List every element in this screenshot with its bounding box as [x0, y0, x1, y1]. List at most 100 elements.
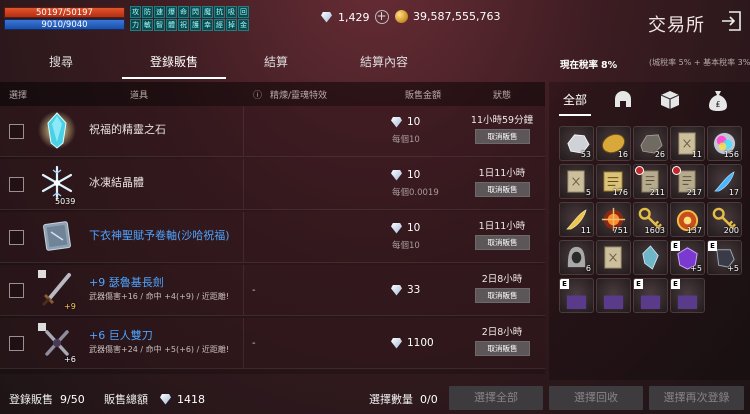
inventory-slot[interactable]: 11 [559, 202, 594, 237]
inventory-slot[interactable]: 217 [670, 164, 705, 199]
row-checkbox[interactable] [9, 283, 24, 298]
diamond-icon [390, 285, 403, 296]
table-row[interactable]: 下衣神聖賦予卷軸(沙哈祝福) 10 每個10 1日11小時 取消販售 [0, 212, 545, 263]
listing-table: 選擇 道具 ⓘ 精煉/靈魂特效 販售金額 狀態 祝福的精靈之石 10 每個10 … [0, 82, 545, 374]
inventory-slot[interactable]: 751 [596, 202, 631, 237]
inventory-slot[interactable]: 211 [633, 164, 668, 199]
add-diamonds-button[interactable]: + [374, 10, 389, 24]
buff-icon[interactable]: 魔 [202, 6, 213, 18]
inventory-slot[interactable]: 200 [707, 202, 742, 237]
buff-icon[interactable]: 防 [142, 6, 153, 18]
inventory-slot[interactable]: 6 [559, 240, 594, 275]
cancel-sale-button[interactable]: 取消販售 [475, 235, 530, 250]
tab-settlement-details[interactable]: 結算內容 [326, 47, 442, 79]
buff-icon[interactable]: 回 [238, 6, 249, 18]
buff-icon[interactable]: 智 [154, 19, 165, 31]
slot-count: 217 [686, 188, 702, 197]
helmet-icon[interactable] [611, 89, 635, 111]
buff-icon[interactable]: 掉 [226, 19, 237, 31]
footer-bar: 登錄販售 9/50 販售總額 1418 選擇數量 0/0 選擇全部 選擇回收 選… [0, 384, 750, 414]
item-price: 33 [390, 284, 420, 296]
slot-count: 176 [612, 188, 628, 197]
buff-icon[interactable]: 攻 [130, 6, 141, 18]
hp-bar: 50197/50197 [4, 7, 125, 18]
select-all-button[interactable]: 選擇全部 [449, 386, 543, 410]
inventory-slot[interactable]: E +5 [707, 240, 742, 275]
column-divider [243, 159, 244, 209]
table-row[interactable]: 祝福的精靈之石 10 每個10 11小時59分鐘 取消販售 [0, 106, 545, 157]
buff-icon[interactable]: 力 [130, 19, 141, 31]
select-relist-button[interactable]: 選擇再次登錄 [649, 386, 744, 410]
buff-icon[interactable]: 速 [154, 6, 165, 18]
buff-icon[interactable]: 體 [166, 19, 177, 31]
buff-icon[interactable]: 護 [190, 19, 201, 31]
buff-icon[interactable]: 幸 [202, 19, 213, 31]
inventory-slot[interactable]: 53 [559, 126, 594, 161]
tab-search[interactable]: 搜尋 [0, 47, 122, 79]
unit-price: 每個10 [392, 241, 420, 251]
inventory-slot[interactable]: 1603 [633, 202, 668, 237]
item-name: 下衣神聖賦予卷軸(沙哈祝福) [89, 229, 230, 242]
box-icon[interactable] [659, 89, 681, 111]
row-checkbox[interactable] [9, 124, 24, 139]
row-checkbox[interactable] [9, 336, 24, 351]
inventory-slot[interactable]: 5 [559, 164, 594, 199]
row-checkbox[interactable] [9, 177, 24, 192]
tab-settlement[interactable]: 結算 [226, 47, 326, 79]
col-select: 選擇 [9, 91, 28, 101]
diamond-icon [390, 117, 403, 128]
blocked-icon [635, 166, 644, 175]
select-reclaim-button[interactable]: 選擇回收 [549, 386, 643, 410]
inventory-slot[interactable]: 17 [707, 164, 742, 199]
buff-icon[interactable]: 閃 [190, 6, 201, 18]
time-remaining: 11小時59分鐘 [470, 115, 534, 126]
item-price: 10 [390, 116, 420, 128]
inventory-slot[interactable] [596, 278, 631, 313]
col-price: 販售金額 [405, 91, 442, 101]
table-row[interactable]: +6 +6 巨人雙刀 武器傷害+24 / 命中 +5(+6) / 近距離! - … [0, 318, 545, 369]
equipment-badge: E [634, 279, 643, 289]
buff-icon[interactable]: 抗 [214, 6, 225, 18]
table-row[interactable]: 5039 冰凍結晶體 10 每個0.0019 1日11小時 取消販售 [0, 159, 545, 210]
inventory-slot[interactable]: 156 [707, 126, 742, 161]
cancel-sale-button[interactable]: 取消販售 [475, 182, 530, 197]
inventory-slot[interactable]: E [559, 278, 594, 313]
buff-icon[interactable]: 爆 [166, 6, 177, 18]
inventory-slot[interactable]: E +5 [670, 240, 705, 275]
buff-icon[interactable]: 敏 [142, 19, 153, 31]
slot-count: 5 [585, 188, 591, 197]
cancel-sale-button[interactable]: 取消販售 [475, 288, 530, 303]
buff-icon[interactable]: 金 [238, 19, 249, 31]
inventory-tab-all[interactable]: 全部 [555, 88, 595, 116]
exit-icon[interactable] [720, 10, 742, 32]
money-bag-icon[interactable]: ₤ [707, 88, 729, 112]
buff-icon[interactable]: 經 [214, 19, 225, 31]
inventory-slot[interactable]: 26 [633, 126, 668, 161]
buff-icon[interactable]: 吸 [226, 6, 237, 18]
slot-count: 200 [723, 226, 739, 235]
inventory-slot[interactable]: 16 [596, 126, 631, 161]
price-value: 10 [407, 116, 421, 128]
inventory-slot[interactable] [633, 240, 668, 275]
buff-icon[interactable]: 祝 [178, 19, 189, 31]
buff-icon[interactable]: 命 [178, 6, 189, 18]
cancel-sale-button[interactable]: 取消販售 [475, 341, 530, 356]
inventory-slot[interactable]: 137 [670, 202, 705, 237]
slot-count: 6 [585, 264, 591, 273]
refine-value: - [252, 338, 256, 349]
inventory-slot[interactable]: 176 [596, 164, 631, 199]
inventory-slot[interactable] [596, 240, 631, 275]
inventory-slot[interactable]: E [633, 278, 668, 313]
inventory-panel: 全部 ₤ 53 16 26 11 156 5 176 211 217 17 11 751 1603 137… [549, 82, 750, 380]
enhance-level: +6 [64, 355, 76, 364]
table-header: 選擇 道具 ⓘ 精煉/靈魂特效 販售金額 狀態 [0, 82, 545, 106]
tab-register-sale[interactable]: 登錄販售 [122, 47, 226, 79]
table-row[interactable]: +9 +9 瑟魯基長劍 武器傷害+16 / 命中 +4(+9) / 近距離! -… [0, 265, 545, 316]
inventory-slot[interactable]: 11 [670, 126, 705, 161]
diamond-icon [159, 394, 172, 405]
row-checkbox[interactable] [9, 230, 24, 245]
unit-price: 每個10 [392, 135, 420, 145]
info-icon[interactable]: ⓘ [253, 88, 262, 101]
inventory-slot[interactable]: E [670, 278, 705, 313]
cancel-sale-button[interactable]: 取消販售 [475, 129, 530, 144]
